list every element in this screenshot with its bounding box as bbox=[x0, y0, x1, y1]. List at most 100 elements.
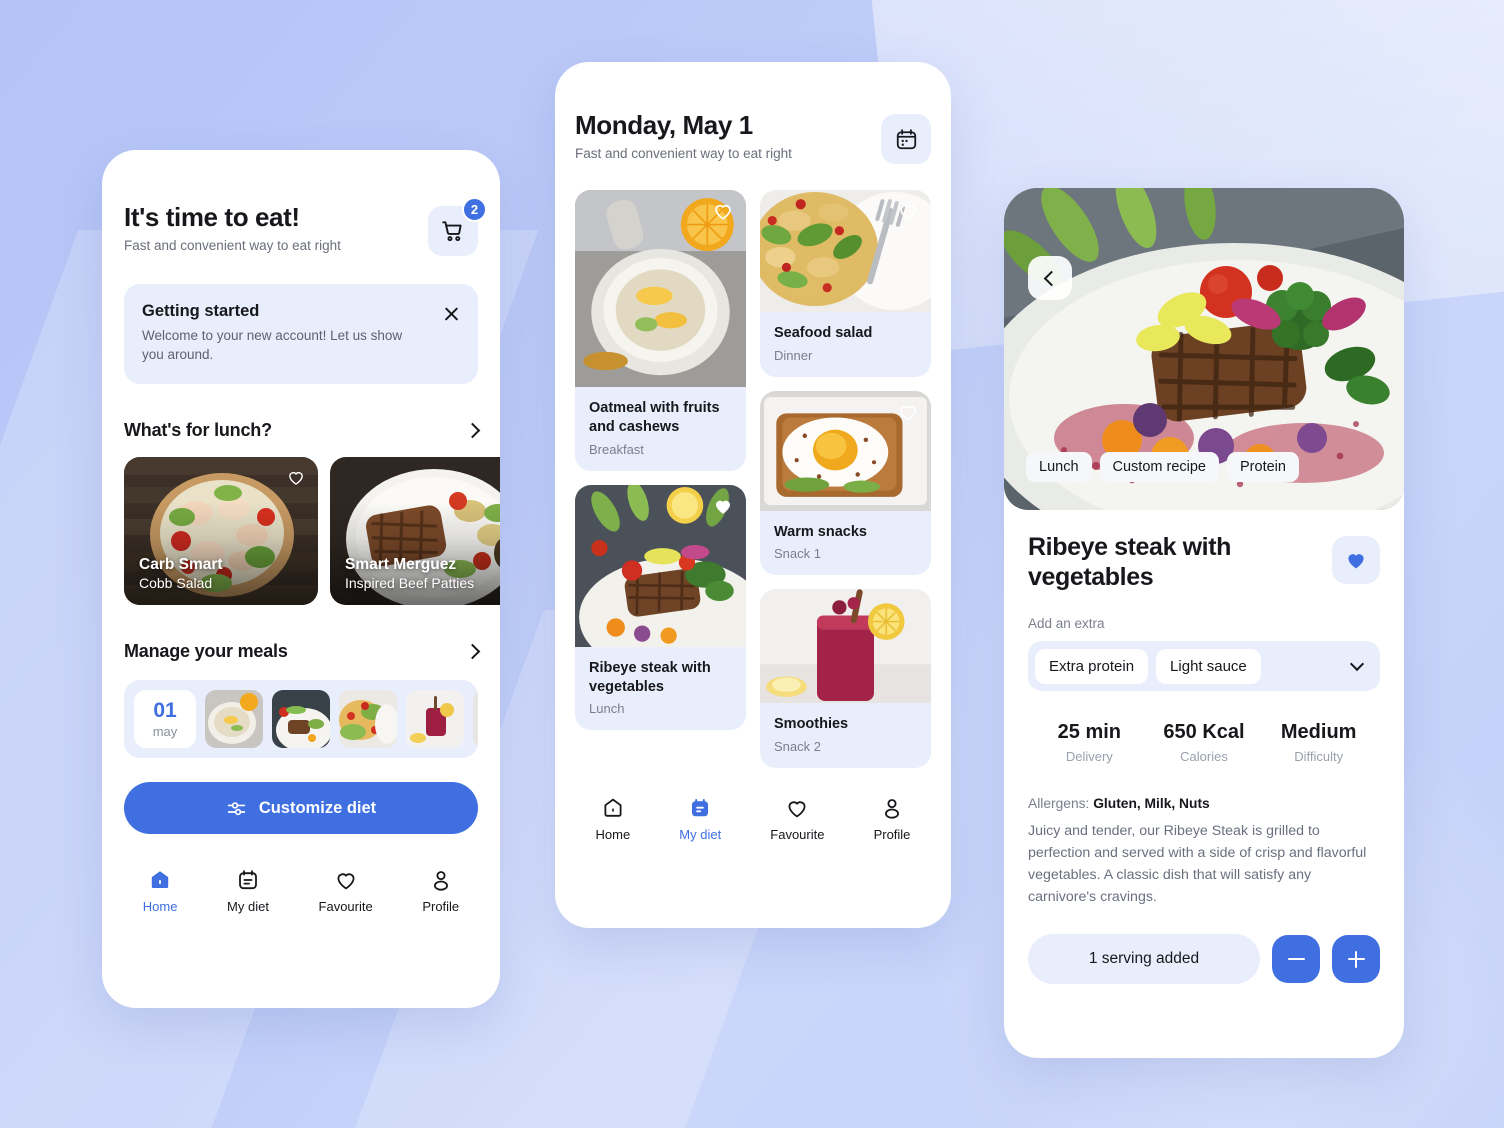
tab-favourite-label: Favourite bbox=[318, 899, 373, 915]
meal-card-text: Ribeye steak with vegetables Lunch bbox=[575, 647, 746, 730]
extra-option[interactable]: Extra protein bbox=[1035, 648, 1149, 684]
tab-my-diet[interactable]: My diet bbox=[679, 796, 721, 842]
recipe-description: Juicy and tender, our Ribeye Steak is gr… bbox=[1028, 823, 1367, 905]
lunch-card[interactable]: Smart Merguez Inspired Beef Patties bbox=[330, 457, 500, 606]
meal-image-wrap bbox=[575, 484, 746, 648]
stat-delivery: 25 min Delivery bbox=[1032, 721, 1147, 764]
heart-filled-icon bbox=[1348, 554, 1364, 569]
meal-date-strip[interactable]: 01 may bbox=[124, 680, 478, 759]
lunch-card-caption: Smart Merguez Inspired Beef Patties bbox=[345, 556, 474, 591]
phone-screen-recipe-detail: Lunch Custom recipe Protein Ribeye steak… bbox=[1004, 188, 1404, 1058]
tab-profile[interactable]: Profile bbox=[873, 796, 911, 842]
add-extra-selector[interactable]: Extra protein Light sauce bbox=[1028, 641, 1380, 691]
serving-status: 1 serving added bbox=[1028, 934, 1260, 984]
meal-thumbnail[interactable] bbox=[406, 690, 464, 749]
tab-favourite-label: Favourite bbox=[770, 826, 825, 842]
meal-card[interactable]: Smoothies Snack 2 bbox=[760, 589, 931, 768]
page-title: It's time to eat! bbox=[124, 202, 300, 232]
recipe-stats: 25 min Delivery 650 Kcal Calories Medium… bbox=[1028, 721, 1380, 764]
meal-column-right: Seafood salad Dinner Warm snacks Snack 1… bbox=[760, 190, 931, 768]
tab-home[interactable]: Home bbox=[595, 796, 631, 842]
close-icon[interactable] bbox=[443, 305, 460, 322]
meal-card-category: Snack 1 bbox=[774, 546, 821, 562]
stat-label: Difficulty bbox=[1294, 749, 1344, 764]
favourite-button[interactable] bbox=[1332, 536, 1380, 584]
recipe-tag[interactable]: Protein bbox=[1227, 452, 1299, 482]
tab-home-label: Home bbox=[595, 826, 631, 842]
home-icon bbox=[604, 798, 622, 817]
meal-image-wrap bbox=[760, 390, 931, 511]
lunch-card-carousel[interactable]: Carb Smart Cobb Salad Smart Merguez Insp… bbox=[102, 457, 500, 606]
lunch-card-caption: Carb Smart Cobb Salad bbox=[139, 556, 223, 591]
smoothie-thumb bbox=[406, 690, 464, 749]
cart-button[interactable]: 2 bbox=[428, 197, 487, 256]
meal-card[interactable]: Warm snacks Snack 1 bbox=[760, 390, 931, 576]
meal-thumbnail[interactable] bbox=[205, 690, 263, 749]
tab-my-diet-label: My diet bbox=[227, 899, 269, 915]
recipe-tag[interactable]: Lunch bbox=[1026, 452, 1092, 482]
meal-card[interactable]: Oatmeal with fruits and cashews Breakfas… bbox=[575, 190, 746, 471]
tab-profile[interactable]: Profile bbox=[422, 868, 459, 914]
stat-difficulty: Medium Difficulty bbox=[1261, 721, 1376, 764]
meal-card-name: Warm snacks bbox=[774, 523, 867, 540]
meal-image-wrap bbox=[575, 190, 746, 388]
getting-started-banner: Getting started Welcome to your new acco… bbox=[124, 284, 478, 385]
plus-icon bbox=[1347, 950, 1365, 968]
meal-thumbnail[interactable] bbox=[339, 690, 397, 749]
meal-image-wrap bbox=[760, 190, 931, 313]
favourite-outline-icon[interactable] bbox=[897, 200, 919, 222]
tab-home-label: Home bbox=[142, 899, 178, 915]
lunch-section-title: What's for lunch? bbox=[124, 420, 272, 441]
smoothies-photo bbox=[760, 589, 931, 704]
favourite-filled-icon[interactable] bbox=[712, 495, 734, 517]
tab-profile-label: Profile bbox=[873, 826, 911, 842]
steak-thumb bbox=[272, 690, 330, 749]
meal-card-category: Lunch bbox=[589, 701, 625, 717]
tab-home[interactable]: Home bbox=[142, 868, 178, 915]
stat-value: 650 Kcal bbox=[1163, 721, 1245, 743]
extra-option[interactable]: Light sauce bbox=[1156, 648, 1261, 684]
allergens-line: Allergens: Gluten, Milk, Nuts bbox=[1028, 796, 1380, 811]
person-icon bbox=[884, 798, 899, 819]
favourite-outline-icon[interactable] bbox=[897, 401, 919, 423]
lunch-card[interactable]: Carb Smart Cobb Salad bbox=[124, 457, 318, 606]
meal-card[interactable]: Ribeye steak with vegetables Lunch bbox=[575, 484, 746, 731]
tab-favourite[interactable]: Favourite bbox=[770, 796, 824, 842]
back-button[interactable] bbox=[1028, 256, 1072, 300]
favourite-outline-icon[interactable] bbox=[712, 200, 734, 222]
tab-my-diet[interactable]: My diet bbox=[227, 868, 269, 914]
calendar-button[interactable] bbox=[881, 114, 931, 164]
favourite-outline-icon[interactable] bbox=[286, 467, 306, 487]
stat-value: Medium bbox=[1280, 721, 1357, 743]
recipe-tag[interactable]: Custom recipe bbox=[1099, 452, 1219, 482]
chevron-right-icon bbox=[464, 423, 481, 439]
cart-icon bbox=[442, 221, 462, 242]
serving-controls: 1 serving added bbox=[1028, 934, 1380, 984]
recipe-tag-row: Lunch Custom recipe Protein bbox=[1026, 452, 1299, 482]
minus-icon bbox=[1287, 957, 1305, 961]
stat-label: Calories bbox=[1180, 749, 1228, 764]
meal-thumbnail[interactable] bbox=[272, 690, 330, 749]
chevron-down-icon[interactable] bbox=[1349, 656, 1365, 672]
lunch-section-header[interactable]: What's for lunch? bbox=[124, 420, 481, 441]
decrement-serving-button[interactable] bbox=[1272, 935, 1320, 983]
stat-value: 25 min bbox=[1057, 721, 1122, 743]
manage-section-header[interactable]: Manage your meals bbox=[124, 641, 481, 662]
calendar-icon bbox=[692, 798, 709, 817]
lunch-card-subtitle: Inspired Beef Patties bbox=[345, 575, 475, 592]
meal-card-text: Warm snacks Snack 1 bbox=[760, 511, 931, 576]
meal-card-text: Oatmeal with fruits and cashews Breakfas… bbox=[575, 387, 746, 470]
tab-favourite[interactable]: Favourite bbox=[319, 868, 373, 914]
date-chip[interactable]: 01 may bbox=[134, 690, 196, 749]
chevron-right-icon bbox=[464, 644, 481, 660]
increment-serving-button[interactable] bbox=[1332, 935, 1380, 983]
heart-icon bbox=[337, 873, 355, 890]
bottom-navigation[interactable]: Home My diet Favourite Profile bbox=[102, 868, 500, 914]
meal-thumbnail[interactable] bbox=[473, 690, 478, 749]
meal-card[interactable]: Seafood salad Dinner bbox=[760, 190, 931, 377]
bottom-navigation[interactable]: Home My diet Favourite Profile bbox=[555, 796, 951, 842]
customize-diet-button[interactable]: Customize diet bbox=[124, 782, 478, 835]
meal-card-name: Oatmeal with fruits and cashews bbox=[589, 400, 720, 435]
allergens-label: Allergens: bbox=[1028, 796, 1090, 811]
person-icon bbox=[433, 871, 448, 891]
